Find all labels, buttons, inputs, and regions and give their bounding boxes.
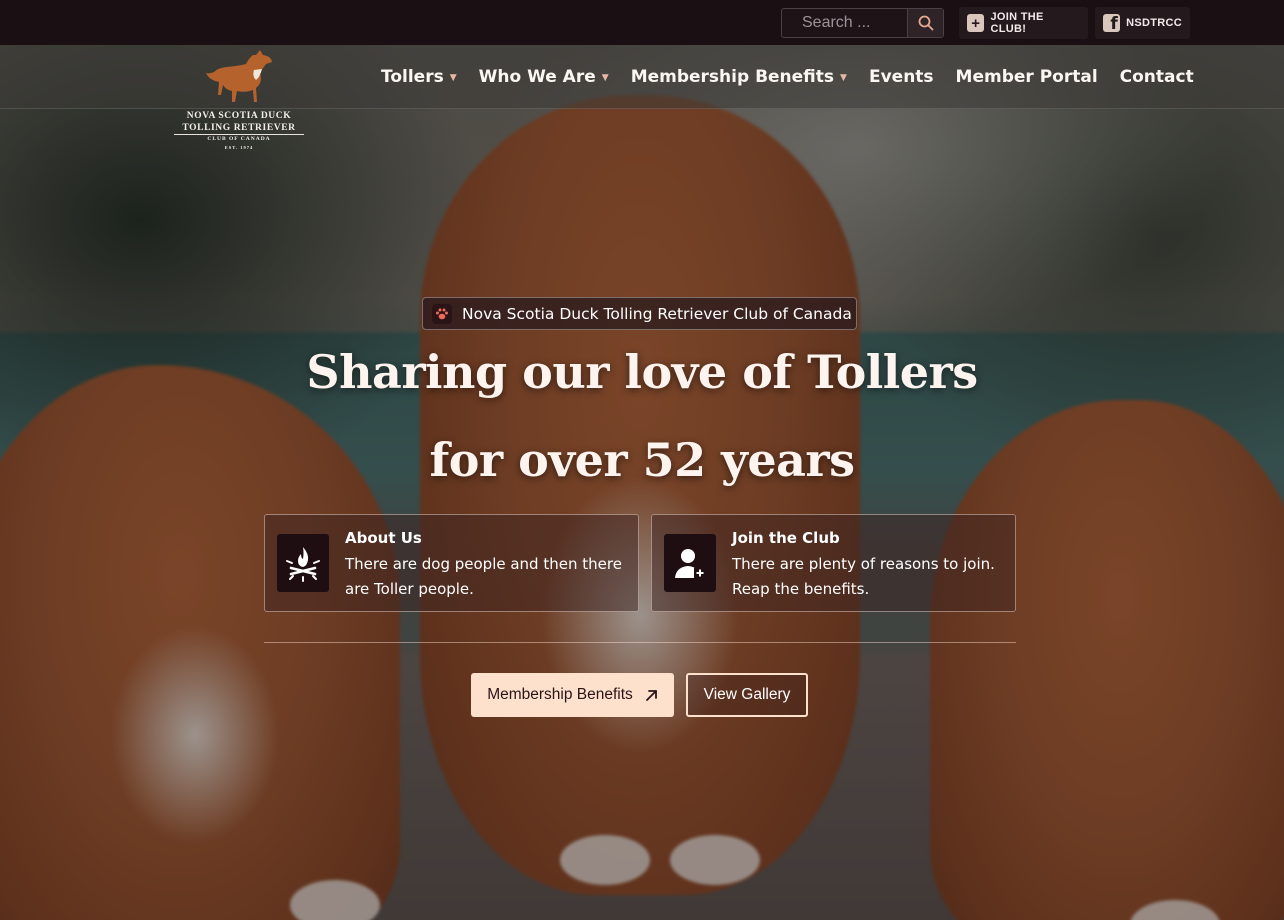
nav-item-label: Events: [868, 66, 934, 87]
nav-item-label: Membership Benefits: [630, 66, 835, 87]
membership-benefits-button-label: Membership Benefits: [487, 686, 633, 703]
top-utility-bar: + JOIN THE CLUB! f NSDTRCC: [0, 0, 1284, 45]
search-box: [781, 8, 944, 38]
search-icon: [918, 15, 933, 31]
logo-line-4: EST. 1974: [224, 145, 254, 150]
view-gallery-button[interactable]: View Gallery: [686, 673, 808, 717]
chevron-down-icon: ▼: [601, 72, 609, 83]
nav-item-label: Contact: [1119, 66, 1194, 87]
nav-item-member-portal[interactable]: Member Portal: [956, 45, 1098, 108]
membership-benefits-button[interactable]: Membership Benefits: [471, 673, 674, 717]
logo-rule: [174, 134, 304, 135]
nav-item-membership-benefits[interactable]: Membership Benefits ▼: [631, 45, 847, 108]
join-club-label: JOIN THE CLUB!: [990, 11, 1044, 35]
about-us-card[interactable]: About Us There are dog people and then t…: [264, 514, 639, 612]
hero-tagline-text: Nova Scotia Duck Tolling Retriever Club …: [462, 304, 852, 323]
logo-line-3: CLUB OF CANADA: [207, 136, 271, 142]
nav-item-events[interactable]: Events: [869, 45, 934, 108]
nav-menu: Tollers ▼ Who We Are ▼ Membership Benefi…: [381, 45, 1216, 108]
facebook-link[interactable]: f NSDTRCC: [1095, 7, 1190, 39]
view-gallery-button-label: View Gallery: [703, 686, 791, 703]
facebook-icon: f: [1103, 14, 1121, 32]
campfire-icon: [277, 534, 329, 592]
plus-icon: +: [967, 14, 985, 32]
join-club-title: Join the Club: [732, 529, 840, 547]
paw-icon: [432, 303, 452, 324]
main-navigation: NOVA SCOTIA DUCK TOLLING RETRIEVER CLUB …: [0, 45, 1284, 150]
about-us-description: There are dog people and then there are …: [345, 555, 622, 598]
nav-item-who-we-are[interactable]: Who We Are ▼: [479, 45, 609, 108]
nav-item-label: Tollers: [381, 66, 444, 87]
hero-headline-line-1: Sharing our love of Tollers: [306, 345, 978, 399]
nav-item-contact[interactable]: Contact: [1120, 45, 1194, 108]
toller-logo-icon: [206, 50, 272, 102]
hero-headline-line-2: for over 52 years: [429, 433, 855, 487]
hero-divider: [264, 642, 1016, 643]
join-club-description: There are plenty of reasons to join. Rea…: [732, 555, 995, 598]
join-club-card[interactable]: Join the Club There are plenty of reason…: [651, 514, 1016, 612]
logo-line-1: NOVA SCOTIA DUCK: [186, 111, 292, 121]
nav-item-label: Who We Are: [478, 66, 596, 87]
hero-tagline-badge: Nova Scotia Duck Tolling Retriever Club …: [422, 297, 857, 330]
chevron-down-icon: ▼: [840, 72, 847, 83]
about-us-title: About Us: [345, 529, 422, 547]
logo-line-2: TOLLING RETRIEVER: [182, 123, 296, 133]
chevron-down-icon: ▼: [449, 72, 457, 83]
search-button[interactable]: [907, 9, 943, 37]
add-user-icon: [664, 534, 716, 592]
nav-item-tollers[interactable]: Tollers ▼: [381, 45, 457, 108]
join-club-button[interactable]: + JOIN THE CLUB!: [959, 7, 1088, 39]
search-input[interactable]: [782, 9, 907, 37]
facebook-label: NSDTRCC: [1126, 17, 1182, 29]
arrow-up-right-icon: [645, 689, 657, 701]
site-logo[interactable]: NOVA SCOTIA DUCK TOLLING RETRIEVER CLUB …: [170, 49, 308, 151]
nav-item-label: Member Portal: [955, 66, 1098, 87]
